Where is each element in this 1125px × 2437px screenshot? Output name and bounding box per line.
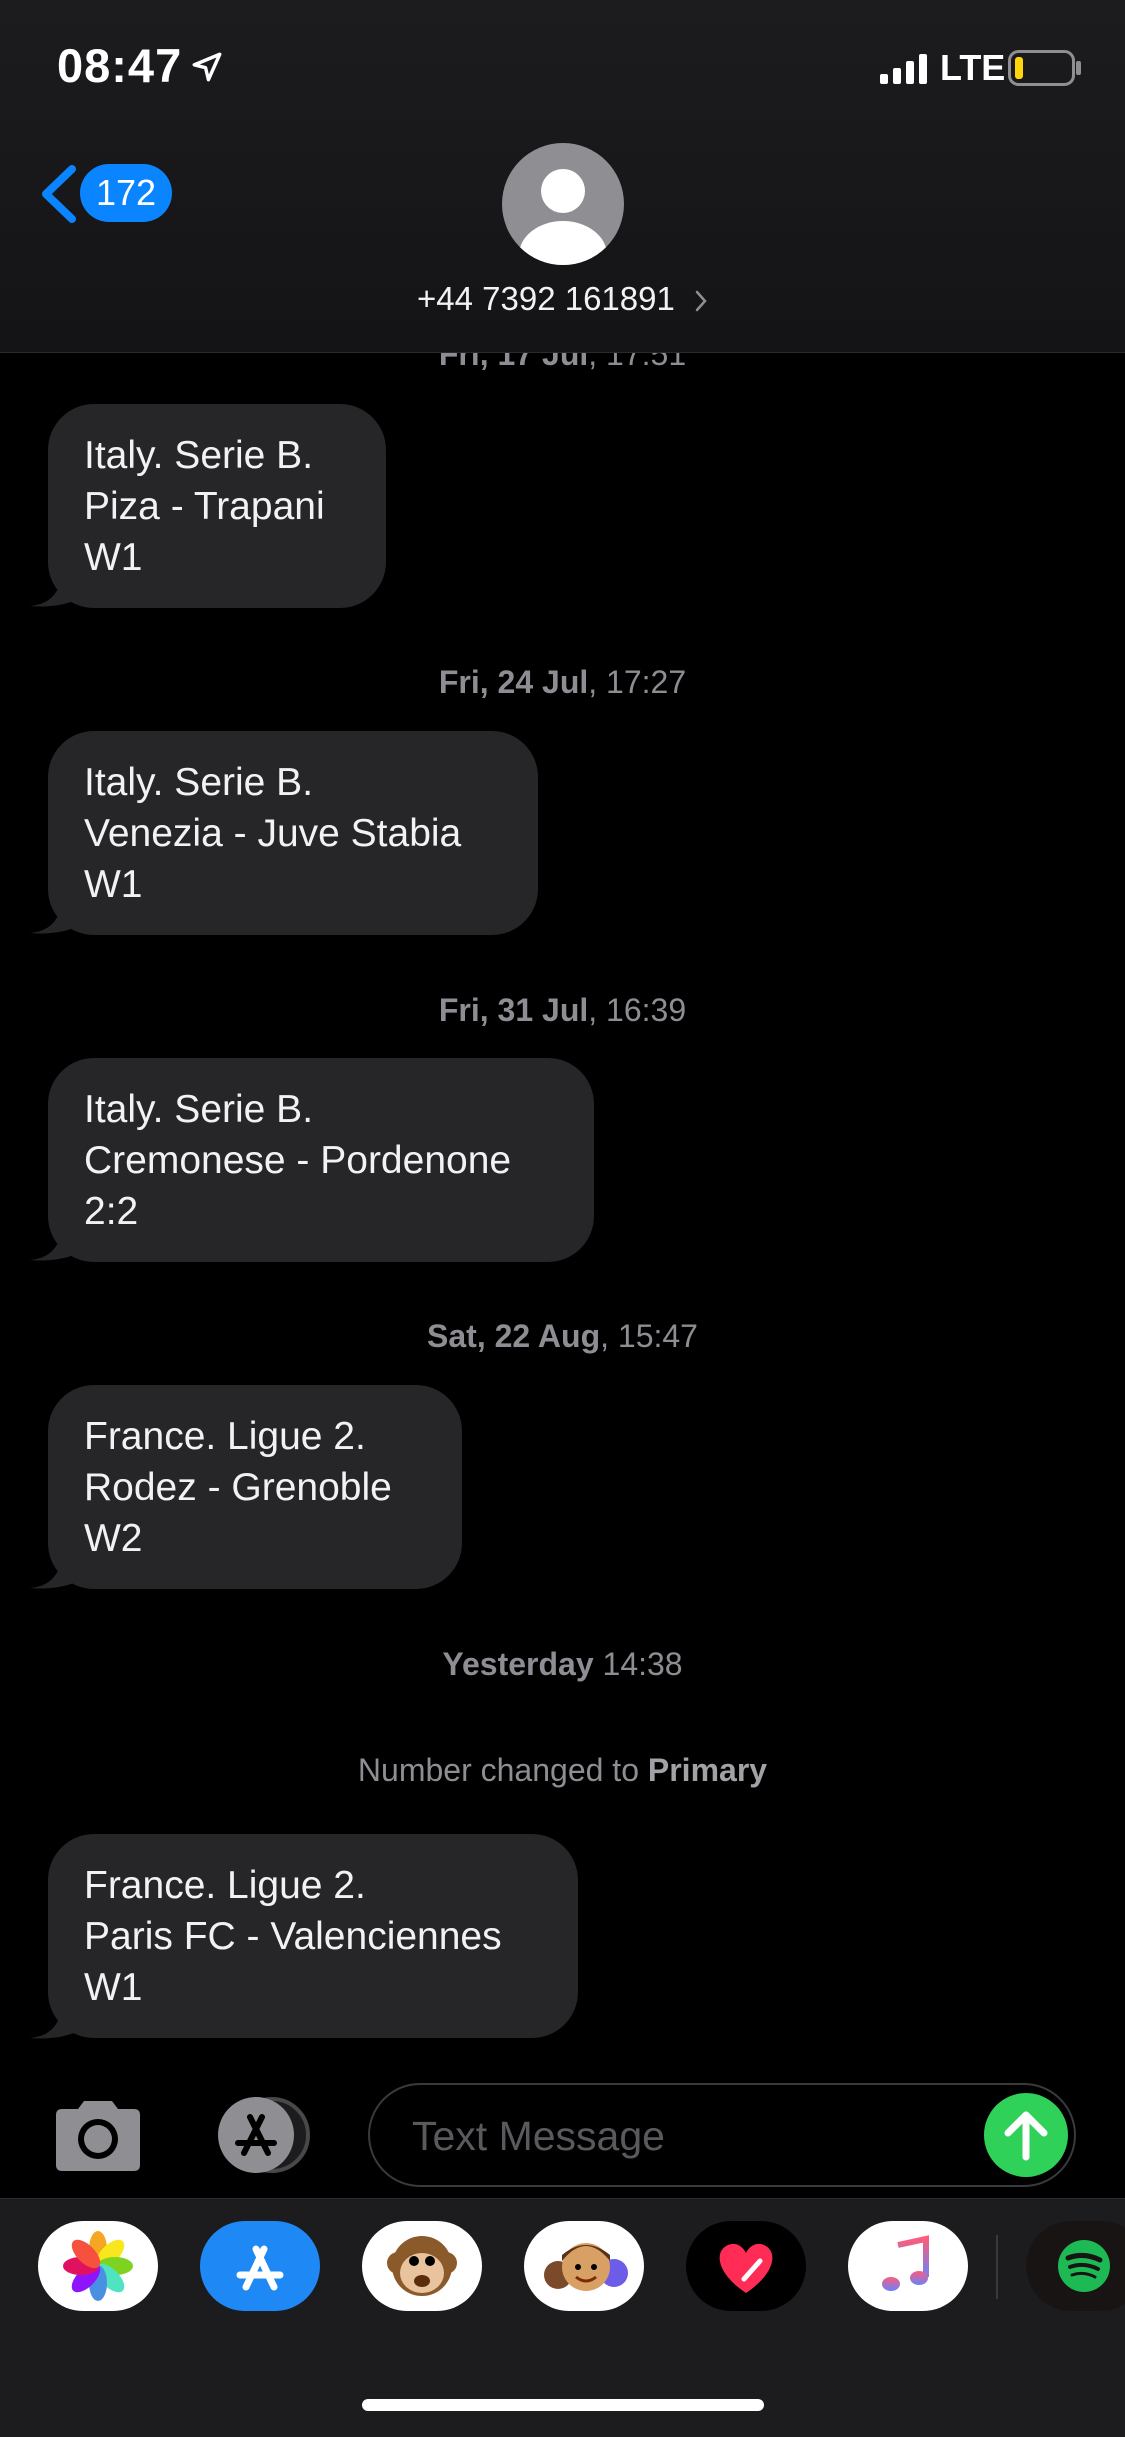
app-store-app-icon[interactable] [200,2221,320,2311]
status-time: 08:47 [57,39,183,92]
home-indicator[interactable] [362,2399,764,2411]
memoji-app-icon[interactable] [524,2221,644,2311]
signal-strength-icon [880,54,927,84]
message-line: W1 [84,536,143,579]
timestamp: Sat, 22 Aug, 15:47 [427,1318,698,1354]
imessage-app-drawer [0,2198,1125,2437]
message-line: France. Ligue 2. [84,1864,366,1907]
message-line: Italy. Serie B. [84,1088,314,1131]
photos-app-icon[interactable] [38,2221,158,2311]
message-line: Piza - Trapani [84,485,325,528]
message-line: W2 [84,1517,143,1560]
conversation-header: 08:47 LTE 172 +44 7392 161891 [0,0,1125,353]
battery-icon [1008,50,1081,86]
message-line: 2:2 [84,1190,139,1233]
message-line: W1 [84,863,143,906]
message-line: Venezia - Juve Stabia [84,812,462,855]
message-line: W1 [84,1966,143,2009]
contact-avatar[interactable] [502,143,624,265]
message-bubble[interactable]: France. Ligue 2. Rodez - Grenoble W2 [48,1385,462,1589]
carrier-label: LTE [940,47,1006,88]
message-bubble[interactable]: Italy. Serie B. Venezia - Juve Stabia W1 [48,731,538,935]
back-chevron-icon[interactable] [34,163,84,225]
spotify-app-icon[interactable] [1026,2221,1125,2311]
message-line: Italy. Serie B. [84,761,314,804]
sender-change-note: Number changed to Primary [357,1752,768,1788]
message-input-field[interactable] [368,2083,1076,2187]
drawer-divider [996,2235,998,2299]
timestamp: Fri, 31 Jul, 16:39 [438,992,687,1028]
message-line: Cremonese - Pordenone [84,1139,512,1182]
message-input[interactable] [410,2107,954,2165]
app-store-button-icon[interactable] [210,2095,320,2175]
message-bubble[interactable]: Italy. Serie B. Piza - Trapani W1 [48,404,386,608]
camera-icon[interactable] [50,2095,146,2175]
timestamp: Yesterday 14:38 [442,1646,683,1682]
message-line: Rodez - Grenoble [84,1466,392,1509]
contact-name[interactable]: +44 7392 161891 [0,280,1125,318]
message-bubble[interactable]: Italy. Serie B. Cremonese - Pordenone 2:… [48,1058,594,1262]
timestamp: Fri, 24 Jul, 17:27 [438,664,687,700]
chevron-right-icon [695,291,707,312]
location-arrow-icon [192,52,222,82]
unread-count-badge[interactable]: 172 [80,164,173,222]
message-bubble[interactable]: France. Ligue 2. Paris FC - Valenciennes… [48,1834,578,2038]
digital-touch-app-icon[interactable] [686,2221,806,2311]
message-line: Italy. Serie B. [84,434,314,477]
send-arrow-icon[interactable] [984,2093,1068,2177]
message-line: Paris FC - Valenciennes [84,1915,502,1958]
animoji-app-icon[interactable] [362,2221,482,2311]
music-app-icon[interactable] [848,2221,968,2311]
contact-number[interactable]: +44 7392 161891 [417,280,675,317]
message-line: France. Ligue 2. [84,1415,366,1458]
